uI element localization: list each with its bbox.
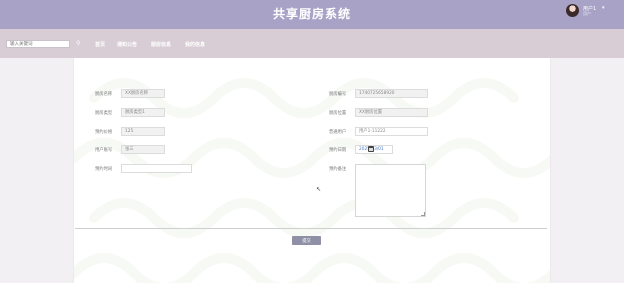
nav-item-notice[interactable]: 通知公告 — [117, 41, 137, 48]
kitchen-location-label: 厨房位置 — [329, 111, 347, 116]
date-field[interactable]: 2025/03/01 — [355, 145, 393, 154]
kitchen-name-field[interactable]: XX厨房名称 — [121, 89, 165, 98]
kitchen-location-field[interactable]: XX厨房位置 — [355, 108, 428, 117]
price-field[interactable]: 125 — [121, 127, 165, 136]
user-label: 普通用户 — [329, 130, 347, 135]
resize-handle-icon[interactable] — [421, 212, 425, 216]
user-role: 用户 — [583, 11, 591, 16]
kitchen-no-field[interactable]: 1740725658920 — [355, 89, 428, 98]
search-input[interactable] — [6, 40, 70, 48]
top-header: 共享厨房系统 用户1 用户 ▾ — [0, 0, 624, 29]
remark-textarea[interactable] — [355, 164, 426, 217]
nav-item-mine[interactable]: 我的信息 — [185, 41, 205, 48]
mouse-cursor-icon: ↖ — [316, 186, 322, 193]
kitchen-type-label: 厨房类型 — [95, 111, 113, 116]
nav-item-kitchen[interactable]: 厨房信息 — [151, 41, 171, 48]
remark-label: 预约备注 — [329, 167, 347, 172]
kitchen-type-field[interactable]: 厨房类型1 — [121, 108, 165, 117]
avatar[interactable] — [566, 4, 579, 17]
nav-bar: ⚲ 首页 通知公告 厨房信息 我的信息 — [0, 29, 624, 58]
kitchen-no-label: 厨房编号 — [329, 92, 347, 97]
price-label: 预约价格 — [95, 130, 113, 135]
submit-button[interactable]: 提交 — [292, 236, 321, 245]
owner-label: 用户账号 — [95, 148, 113, 153]
owner-field[interactable]: 张三 — [121, 145, 165, 154]
user-field[interactable]: 用户1-11222 — [355, 127, 428, 136]
divider — [75, 228, 547, 229]
calendar-icon[interactable] — [368, 146, 374, 152]
time-label: 预约时间 — [95, 167, 113, 172]
site-title: 共享厨房系统 — [272, 7, 351, 21]
date-label: 预约日期 — [329, 148, 347, 153]
chevron-down-icon[interactable]: ▾ — [602, 5, 605, 11]
search-icon[interactable]: ⚲ — [76, 40, 80, 47]
nav-item-home[interactable]: 首页 — [95, 41, 105, 48]
kitchen-name-label: 厨房名称 — [95, 92, 113, 97]
time-field[interactable] — [121, 164, 192, 173]
